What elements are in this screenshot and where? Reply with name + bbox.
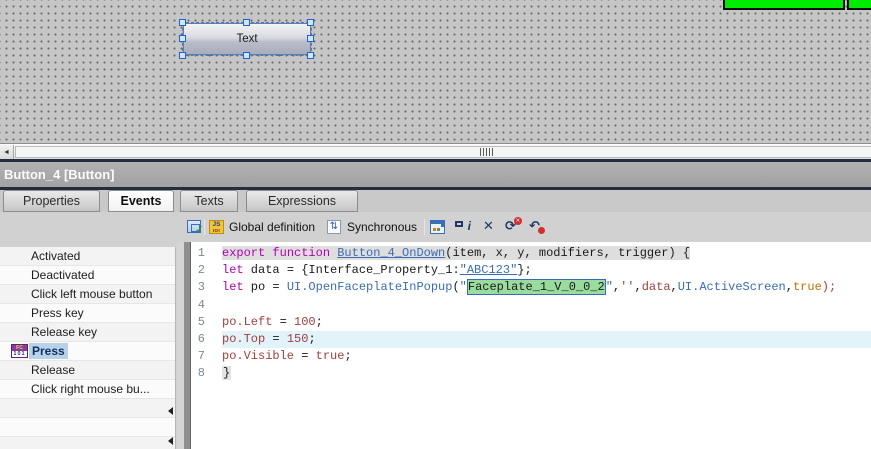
hscroll-track[interactable] (15, 146, 871, 158)
global-definition-icon[interactable]: JSIOI (209, 220, 224, 234)
interface-properties-icon[interactable]: i (455, 220, 473, 234)
event-item-activated[interactable]: Activated (0, 247, 175, 266)
snippets-grid-icon[interactable] (430, 220, 445, 234)
selection-handle-nw[interactable] (179, 19, 186, 26)
event-item-label: Activated (31, 249, 80, 263)
line-number: 5 (191, 314, 205, 331)
event-item-label: Click right mouse bu... (31, 382, 150, 396)
highlighted-token: Faceplate_1_V_0_0_2 (467, 279, 606, 295)
line-number: 8 (191, 365, 205, 382)
code-line-content: export function Button_4_OnDown(item, x,… (222, 245, 871, 262)
green-widget-partial[interactable] (723, 0, 845, 10)
apply-script-icon[interactable]: ✓ (187, 220, 201, 233)
selection-handle-ne[interactable] (307, 19, 314, 26)
line-number: 7 (191, 348, 205, 365)
event-item-label: Release key (31, 325, 97, 339)
code-line-content: let data = {Interface_Property_1:"ABC123… (222, 262, 871, 279)
code-line-3[interactable]: 3 let po = UI.OpenFaceplateInPopup("Facep… (191, 279, 871, 296)
error-dot-icon (538, 227, 545, 234)
error-badge-icon: ✕ (514, 217, 522, 225)
scroll-left-button[interactable]: ◄ (0, 145, 14, 160)
code-lines: 1 export function Button_4_OnDown(item, x… (191, 245, 871, 383)
code-line-5[interactable]: 5 po.Left = 100; (191, 314, 871, 331)
code-line-7[interactable]: 7 po.Visible = true; (191, 348, 871, 365)
toolbar-separator (204, 219, 205, 235)
code-line-content: po.Top = 150; (222, 331, 871, 348)
event-list: Activated Deactivated Click left mouse but… (0, 247, 176, 449)
scroll-left-icon: ◄ (3, 149, 10, 156)
code-line-content: let po = UI.OpenFaceplateInPopup("Facepl… (222, 279, 871, 296)
event-item-click-left-mouse-button[interactable]: Click left mouse button (0, 285, 175, 304)
code-line-2[interactable]: 2 let data = {Interface_Property_1:"ABC12… (191, 262, 871, 279)
selection-handle-e[interactable] (307, 35, 314, 42)
inspector-title: Button_4 [Button] (4, 167, 114, 182)
button-widget-label: Text (236, 33, 257, 45)
line-number: 6 (191, 331, 205, 348)
code-line-4[interactable]: 4 (191, 297, 871, 314)
script-toolbar: ✓ JSIOI Global definition ⇅ Synchronous … (0, 217, 871, 241)
tabstrip: Properties Events Texts Expressions (0, 190, 871, 212)
selection-handle-sw[interactable] (179, 52, 186, 59)
toolbar-separator-2 (424, 219, 425, 235)
event-empty-row (0, 437, 175, 449)
selection-handle-w[interactable] (179, 35, 186, 42)
global-definition-button[interactable]: Global definition (229, 218, 315, 236)
synchronous-button[interactable]: Synchronous (347, 218, 417, 236)
event-item-release-key[interactable]: Release key (0, 323, 175, 342)
tab-events[interactable]: Events (108, 190, 174, 212)
code-line-content (222, 297, 871, 314)
event-item-click-right-mouse-bu-[interactable]: Click right mouse bu... (0, 380, 175, 399)
event-item-deactivated[interactable]: Deactivated (0, 266, 175, 285)
panel-splitter[interactable] (184, 242, 191, 449)
green-widget-partial-2[interactable] (847, 0, 871, 10)
selection-handle-se[interactable] (307, 52, 314, 59)
splitter-grip[interactable] (480, 148, 493, 156)
delete-icon[interactable]: ✕ (483, 218, 494, 234)
code-line-8[interactable]: 8} (191, 365, 871, 382)
event-item-label: Click left mouse button (31, 287, 152, 301)
panel-scroll-arrow-icon-2[interactable] (168, 437, 173, 445)
event-item-label: Release (31, 363, 75, 377)
event-item-label: Press key (31, 306, 84, 320)
code-line-1[interactable]: 1 export function Button_4_OnDown(item, x… (191, 245, 871, 262)
line-number: 2 (191, 262, 205, 279)
panel-gap (177, 243, 184, 449)
line-number: 4 (191, 297, 205, 314)
canvas-hscrollbar[interactable]: ◄ (0, 143, 871, 159)
panel-scroll-arrow-icon[interactable] (168, 407, 173, 415)
event-item-press-key[interactable]: Press key (0, 304, 175, 323)
code-editor[interactable]: 1 export function Button_4_OnDown(item, x… (191, 242, 871, 449)
screen: Text ◄ Button_4 [Button] Properties Even… (0, 0, 871, 449)
tab-properties[interactable]: Properties (3, 190, 100, 212)
inspector-titlebar: Button_4 [Button] (0, 162, 871, 187)
event-item-label: Press (29, 343, 68, 359)
event-empty-row (0, 418, 175, 437)
selection-handle-s[interactable] (243, 52, 250, 59)
tab-texts[interactable]: Texts (180, 190, 238, 212)
line-number: 3 (191, 279, 205, 296)
event-empty-row (0, 399, 175, 418)
function-icon: FC101 (11, 344, 28, 358)
line-number: 1 (191, 245, 205, 262)
event-item-label: Deactivated (31, 268, 94, 282)
code-line-content: po.Left = 100; (222, 314, 871, 331)
events-panel: ✓ JSIOI Global definition ⇅ Synchronous … (0, 212, 871, 449)
code-line-content: po.Visible = true; (222, 348, 871, 365)
code-line-6[interactable]: 6 po.Top = 150; (191, 331, 871, 348)
goto-error-icon[interactable]: ↶ (529, 218, 540, 234)
tab-expressions[interactable]: Expressions (246, 190, 358, 212)
event-item-release[interactable]: Release (0, 361, 175, 380)
button-widget[interactable]: Text (183, 23, 311, 55)
event-item-press[interactable]: FC101Press (0, 342, 175, 361)
code-line-content: } (222, 365, 871, 382)
selection-handle-n[interactable] (243, 19, 250, 26)
redo-error-icon[interactable]: ⟳ ✕ (505, 218, 516, 234)
design-canvas[interactable]: Text (0, 0, 871, 143)
synchronous-icon[interactable]: ⇅ (327, 220, 341, 234)
